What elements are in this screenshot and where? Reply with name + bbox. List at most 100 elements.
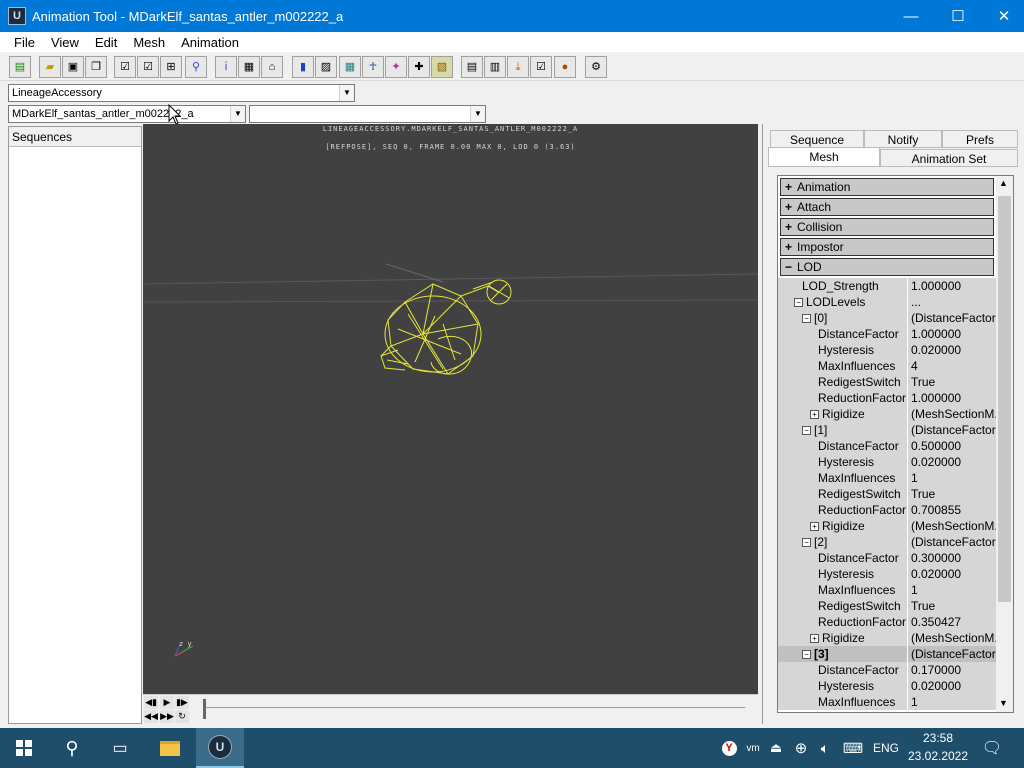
tab-mesh[interactable]: Mesh <box>768 147 880 167</box>
property-row[interactable]: DistanceFactor 0.500000 <box>778 438 996 454</box>
expand-icon[interactable]: + <box>810 522 819 532</box>
yandex-icon[interactable]: Y <box>718 728 740 768</box>
tab-notify[interactable]: Notify <box>864 130 942 148</box>
property-value[interactable]: 1 <box>908 470 996 486</box>
expand-icon[interactable]: + <box>785 219 797 235</box>
tab-sequence[interactable]: Sequence <box>770 130 864 148</box>
3d-viewport[interactable]: LINEAGEACCESSORY.MDARKELF_SANTAS_ANTLER_… <box>143 124 758 694</box>
clock-time[interactable]: 23:58 <box>906 731 970 745</box>
minimize-button[interactable]: — <box>888 0 934 32</box>
property-row[interactable]: Hysteresis 0.020000 <box>778 566 996 582</box>
property-value[interactable]: (DistanceFactor... <box>908 422 996 438</box>
property-row[interactable]: + Rigidize (MeshSectionM... <box>778 630 996 646</box>
menu-file[interactable]: File <box>6 35 43 50</box>
property-row[interactable]: MaxInfluences 1 <box>778 470 996 486</box>
expand-icon[interactable]: + <box>785 179 797 195</box>
property-category[interactable]: + Impostor <box>780 238 994 256</box>
property-value[interactable]: True <box>908 374 996 390</box>
timeline-scrubber[interactable] <box>203 699 206 719</box>
property-value[interactable]: 1.000000 <box>908 390 996 406</box>
sequences-list[interactable] <box>9 148 141 723</box>
pivot-icon[interactable]: ✚ <box>408 56 430 78</box>
search-icon[interactable]: ⚲ <box>56 728 88 768</box>
property-value[interactable]: (DistanceFactor... <box>908 534 996 550</box>
property-value[interactable]: 0.700855 <box>908 502 996 518</box>
anim-import-icon[interactable]: ⤓ <box>507 56 529 78</box>
property-row[interactable]: − [3] (DistanceFactor... <box>778 646 996 662</box>
property-value[interactable]: 0.500000 <box>908 438 996 454</box>
property-value[interactable]: True <box>908 598 996 614</box>
property-row[interactable]: MaxInfluences 1 <box>778 694 996 710</box>
scroll-up-icon[interactable]: ▲ <box>999 178 1008 188</box>
property-row[interactable]: + Rigidize (MeshSectionM... <box>778 518 996 534</box>
expand-icon[interactable]: + <box>785 199 797 215</box>
property-row[interactable]: − [2] (DistanceFactor... <box>778 534 996 550</box>
property-value[interactable]: 0.170000 <box>908 662 996 678</box>
mesh-frame-icon[interactable]: ▦ <box>238 56 260 78</box>
property-value[interactable]: 4 <box>908 358 996 374</box>
property-value[interactable]: 0.300000 <box>908 550 996 566</box>
last-frame-icon[interactable]: ▶▶ <box>160 710 174 723</box>
property-row[interactable]: ReductionFactor 0.350427 <box>778 614 996 630</box>
property-row[interactable]: ReductionFactor 0.700855 <box>778 502 996 518</box>
property-category[interactable]: − LOD <box>780 258 994 276</box>
property-row[interactable]: DistanceFactor 0.170000 <box>778 662 996 678</box>
expand-icon[interactable]: + <box>810 410 819 420</box>
cube-icon[interactable]: ▮ <box>292 56 314 78</box>
anim-check-icon[interactable]: ☑ <box>530 56 552 78</box>
property-value[interactable]: 1.000000 <box>908 278 996 294</box>
scroll-thumb[interactable] <box>998 196 1011 602</box>
property-value[interactable]: (DistanceFactor... <box>908 646 996 662</box>
mesh-add-icon[interactable]: ⊞ <box>160 56 182 78</box>
menu-mesh[interactable]: Mesh <box>125 35 173 50</box>
collapse-icon[interactable]: − <box>794 298 803 308</box>
property-value[interactable]: (DistanceFactor... <box>908 310 996 326</box>
windows-start-icon[interactable] <box>8 728 40 768</box>
property-row[interactable]: − [1] (DistanceFactor... <box>778 422 996 438</box>
mesh-home-icon[interactable]: ⌂ <box>261 56 283 78</box>
anim-record-icon[interactable]: ● <box>554 56 576 78</box>
property-row[interactable]: Hysteresis 0.020000 <box>778 342 996 358</box>
package-select[interactable]: LineageAccessory ▼ <box>8 84 355 102</box>
mesh-edit-icon[interactable]: ☑ <box>137 56 159 78</box>
property-row[interactable]: − LODLevels... <box>778 294 996 310</box>
loop-icon[interactable]: ↻ <box>175 710 189 723</box>
property-value[interactable]: 0.020000 <box>908 678 996 694</box>
usb-icon[interactable]: ⏏ <box>766 728 786 768</box>
wireframe-icon[interactable]: ▨ <box>315 56 337 78</box>
property-value[interactable]: 1.000000 <box>908 326 996 342</box>
menu-animation[interactable]: Animation <box>173 35 247 50</box>
menu-view[interactable]: View <box>43 35 87 50</box>
keyboard-icon[interactable]: ⌨ <box>840 728 866 768</box>
vmware-icon[interactable]: vm <box>742 728 764 768</box>
notifications-icon[interactable]: 🗨︎ <box>980 728 1004 768</box>
property-category[interactable]: + Attach <box>780 198 994 216</box>
animation-tool-taskbar-icon[interactable]: U <box>196 728 244 768</box>
property-row[interactable]: LOD_Strength 1.000000 <box>778 278 996 294</box>
property-row[interactable]: + Rigidize (MeshSectionM... <box>778 406 996 422</box>
network-icon[interactable]: ⊕ <box>790 728 812 768</box>
collapse-icon[interactable]: − <box>802 650 811 660</box>
timeline-track[interactable] <box>205 707 745 708</box>
property-row[interactable]: RedigestSwitch True <box>778 598 996 614</box>
property-row[interactable]: Hysteresis 0.020000 <box>778 454 996 470</box>
collapse-icon[interactable]: − <box>802 314 811 324</box>
close-button[interactable]: ✕ <box>981 0 1024 32</box>
tab-prefs[interactable]: Prefs <box>942 130 1018 148</box>
property-value[interactable]: ... <box>908 294 996 310</box>
link-icon[interactable]: ⚲ <box>185 56 207 78</box>
mesh-props-icon[interactable]: ☑ <box>114 56 136 78</box>
play-icon[interactable]: ▶ <box>160 696 174 709</box>
property-value[interactable]: 0.020000 <box>908 342 996 358</box>
property-value[interactable]: 1 <box>908 582 996 598</box>
prev-frame-icon[interactable]: ◀▮ <box>144 696 158 709</box>
copy-icon[interactable]: ❐ <box>85 56 107 78</box>
collapse-icon[interactable]: − <box>802 426 811 436</box>
language-indicator[interactable]: ENG <box>872 728 900 768</box>
first-frame-icon[interactable]: ◀◀ <box>144 710 158 723</box>
property-value[interactable]: 1 <box>908 694 996 710</box>
property-value[interactable]: (MeshSectionM... <box>908 518 996 534</box>
anim-props-icon[interactable]: ▤ <box>461 56 483 78</box>
collapse-icon[interactable]: − <box>785 259 797 275</box>
property-row[interactable]: DistanceFactor 0.300000 <box>778 550 996 566</box>
